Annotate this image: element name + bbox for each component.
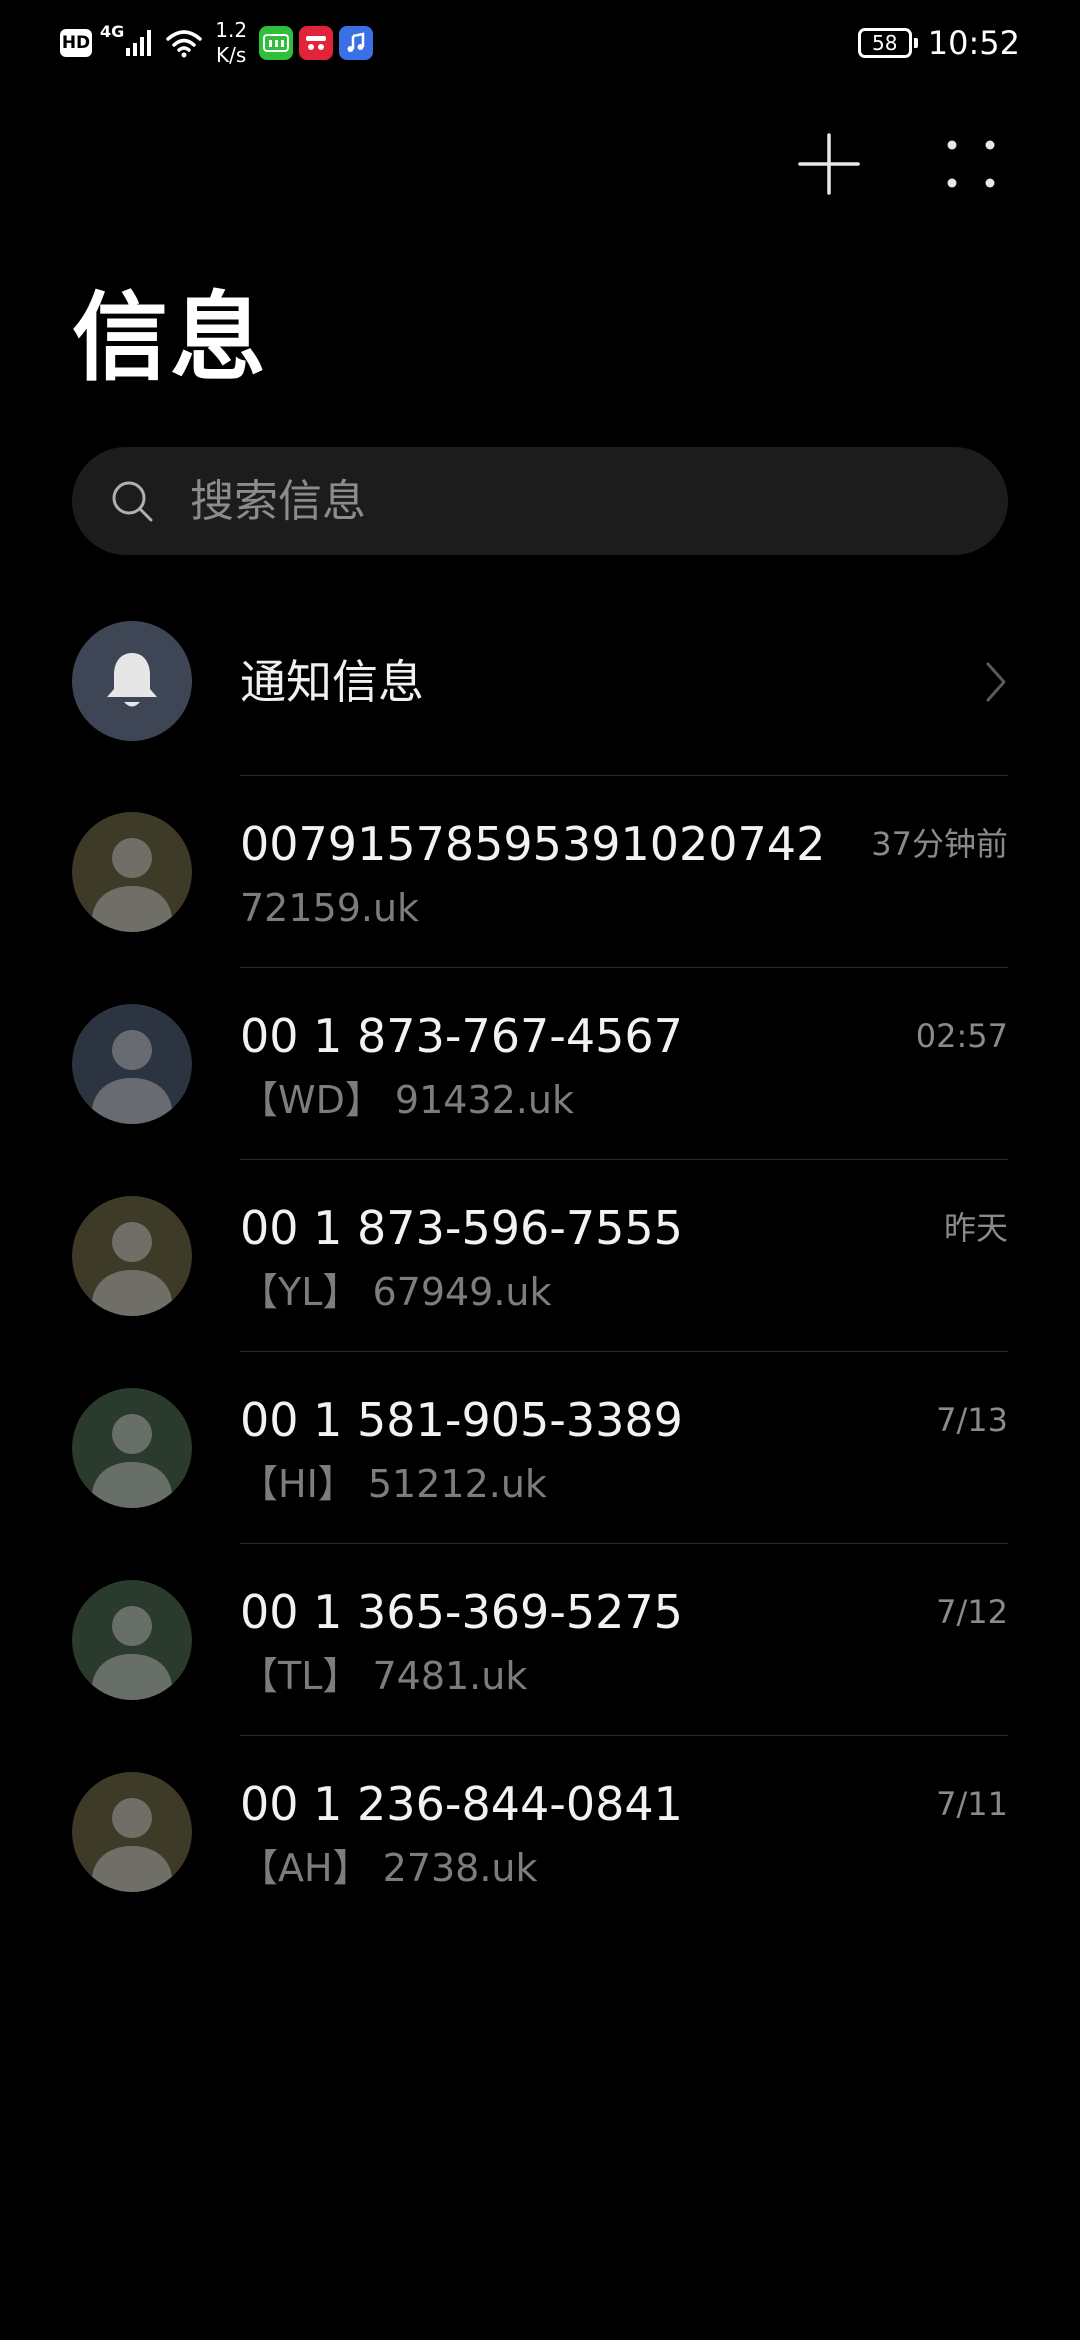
person-icon: [92, 1414, 172, 1508]
battery-icon: 58: [857, 28, 918, 58]
conversation-preview: 72159.uk: [240, 886, 420, 930]
search-input[interactable]: [188, 474, 912, 528]
more-dots-icon: [947, 140, 995, 188]
conversation-time: 昨天: [943, 1209, 1008, 1247]
more-options-button[interactable]: [936, 124, 1006, 204]
wifi-icon: [166, 30, 203, 58]
page-title: 信息: [72, 282, 268, 394]
conversation-sender: 00 1 873-596-7555: [240, 1201, 683, 1255]
conversation-preview: 【YL】 67949.uk: [240, 1270, 552, 1314]
header-actions: [0, 124, 1080, 204]
conversation-list: 00791578595391020742 72159.uk 37分钟前 00 1 87…: [0, 776, 1080, 1928]
conversation-item[interactable]: 00 1 365-369-5275 【TL】 7481.uk 7/12: [0, 1544, 1080, 1736]
conversation-time: 7/11: [936, 1785, 1008, 1823]
person-icon: [92, 838, 172, 932]
conversation-preview: 【AH】 2738.uk: [240, 1846, 538, 1890]
conversation-item[interactable]: 00 1 873-596-7555 【YL】 67949.uk 昨天: [0, 1160, 1080, 1352]
avatar: [72, 1772, 192, 1892]
hd-badge: HD: [60, 29, 92, 57]
person-icon: [92, 1222, 172, 1316]
conversation-item[interactable]: 00791578595391020742 72159.uk 37分钟前: [0, 776, 1080, 968]
person-icon: [92, 1606, 172, 1700]
conversation-sender: 00 1 581-905-3389: [240, 1393, 683, 1447]
avatar: [72, 1196, 192, 1316]
network-type: 4G: [100, 21, 125, 41]
avatar: [72, 1004, 192, 1124]
status-bar: HD 4G 1.2 K/s 58 10:52: [0, 0, 1080, 84]
avatar: [72, 1580, 192, 1700]
network-speed-unit: K/s: [216, 43, 247, 67]
conversation-sender: 00791578595391020742: [240, 817, 826, 871]
search-icon: [110, 479, 154, 523]
new-message-button[interactable]: [794, 124, 864, 204]
conversation-time: 02:57: [915, 1017, 1008, 1055]
conversation-time: 37分钟前: [871, 825, 1008, 863]
conversation-preview: 【WD】 91432.uk: [240, 1078, 574, 1122]
conversation-sender: 00 1 236-844-0841: [240, 1777, 683, 1831]
conversation-sender: 00 1 873-767-4567: [240, 1009, 683, 1063]
conversation-preview: 【TL】 7481.uk: [240, 1654, 528, 1698]
conversation-item[interactable]: 00 1 581-905-3389 【HI】 51212.uk 7/13: [0, 1352, 1080, 1544]
conversation-sender: 00 1 365-369-5275: [240, 1585, 683, 1639]
status-bar-right: 58 10:52: [857, 18, 1020, 68]
avatar: [72, 1388, 192, 1508]
tmall-icon: [299, 26, 334, 60]
conversation-time: 7/13: [936, 1401, 1008, 1439]
bell-icon: [107, 653, 157, 707]
notification-label: 通知信息: [240, 655, 424, 709]
network-speed: 1.2 K/s: [215, 18, 247, 68]
status-bar-left: HD 4G 1.2 K/s: [60, 18, 379, 68]
battery-level: 58: [872, 31, 898, 55]
iqiyi-icon: [259, 26, 294, 60]
search-bar[interactable]: [72, 447, 1008, 555]
avatar: [72, 812, 192, 932]
signal-icon: [126, 30, 152, 56]
conversation-item[interactable]: 00 1 236-844-0841 【AH】 2738.uk 7/11: [0, 1736, 1080, 1928]
plus-icon: [798, 133, 860, 195]
notification-messages-row[interactable]: 通知信息: [0, 614, 1080, 776]
network-speed-value: 1.2: [215, 18, 248, 42]
person-icon: [92, 1798, 172, 1892]
clock: 10:52: [927, 24, 1020, 62]
chevron-right-icon: [986, 662, 1006, 702]
music-icon: [339, 26, 374, 60]
conversation-preview: 【HI】 51212.uk: [240, 1462, 547, 1506]
conversation-time: 7/12: [936, 1593, 1008, 1631]
notification-avatar: [72, 621, 192, 741]
person-icon: [92, 1030, 172, 1124]
conversation-item[interactable]: 00 1 873-767-4567 【WD】 91432.uk 02:57: [0, 968, 1080, 1160]
